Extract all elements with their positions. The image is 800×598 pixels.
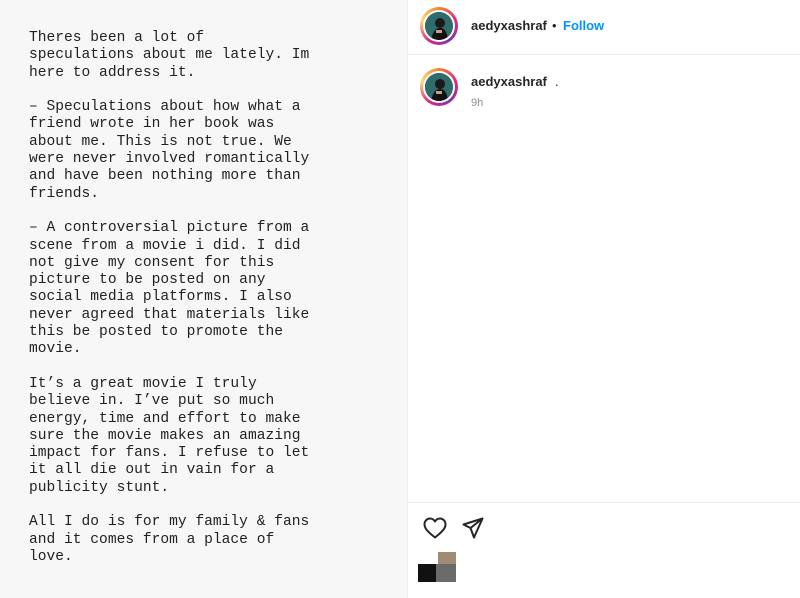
header-divider [408,54,800,55]
header-username[interactable]: aedyxashraf [471,18,547,33]
comment-time[interactable]: 9h [471,97,483,109]
heart-icon[interactable] [423,517,447,544]
blurred-thumbnail [418,552,456,582]
avatar[interactable] [420,7,458,45]
comment-username[interactable]: aedyxashraf [471,74,547,89]
follow-button[interactable]: Follow [563,18,604,33]
post-image-text: Theres been a lot of speculations about … [29,30,310,565]
header-separator: • [552,18,557,33]
post-header: aedyxashraf • Follow [408,0,800,54]
comment-avatar[interactable] [420,68,458,106]
actions-divider [408,502,800,503]
post-image: Theres been a lot of speculations about … [0,0,407,598]
paper-plane-icon[interactable] [462,517,484,544]
comment-text: . [555,74,559,89]
post-sidebar: aedyxashraf • Follow aedyxashraf . 9h [408,0,800,598]
